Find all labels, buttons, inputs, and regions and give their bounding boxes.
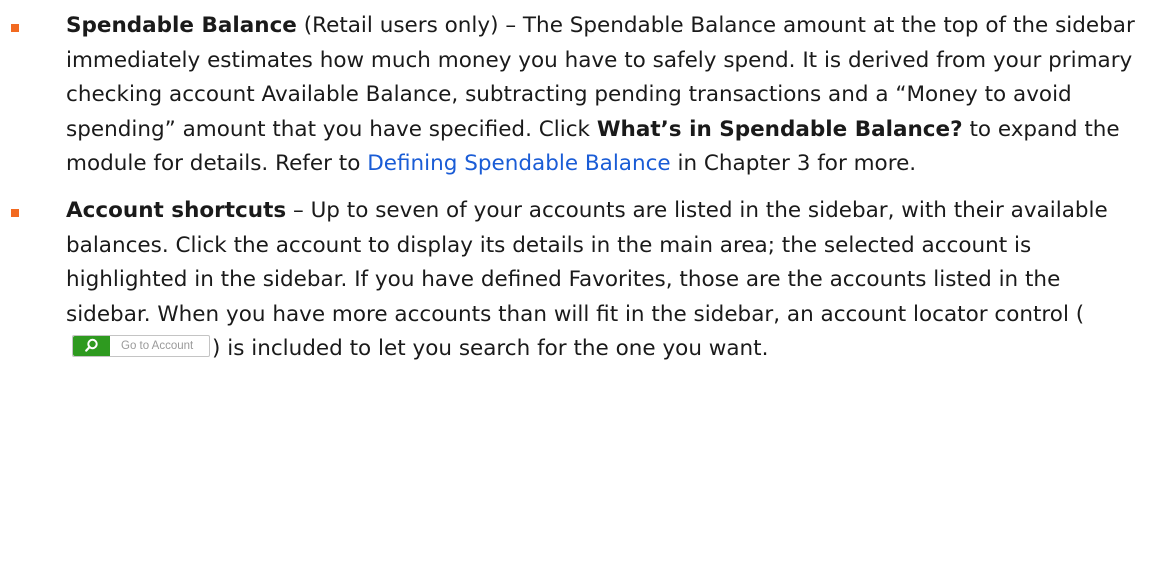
document-page: Spendable Balance (Retail users only) – … [0,0,1157,571]
bullet-marker [11,24,19,32]
item-title: Account shortcuts [66,197,287,223]
account-locator-control[interactable]: Go to Account [72,335,210,358]
item-title: Spendable Balance [66,13,297,38]
search-icon [85,339,98,353]
bullet-item-spendable-balance: Spendable Balance (Retail users only) – … [0,0,1157,182]
bold-action-label: What’s in Spendable Balance? [596,116,963,142]
item-text: in Chapter 3 for more. [670,151,917,177]
search-button[interactable] [73,336,110,357]
account-search-field[interactable]: Go to Account [121,336,193,356]
item-text: ) is included to let you search for the … [212,336,769,362]
bullet-item-account-shortcuts: Account shortcuts – Up to seven of your … [0,194,1157,367]
bullet-marker [11,208,19,217]
cross-reference-link[interactable]: Defining Spendable Balance [367,151,670,176]
